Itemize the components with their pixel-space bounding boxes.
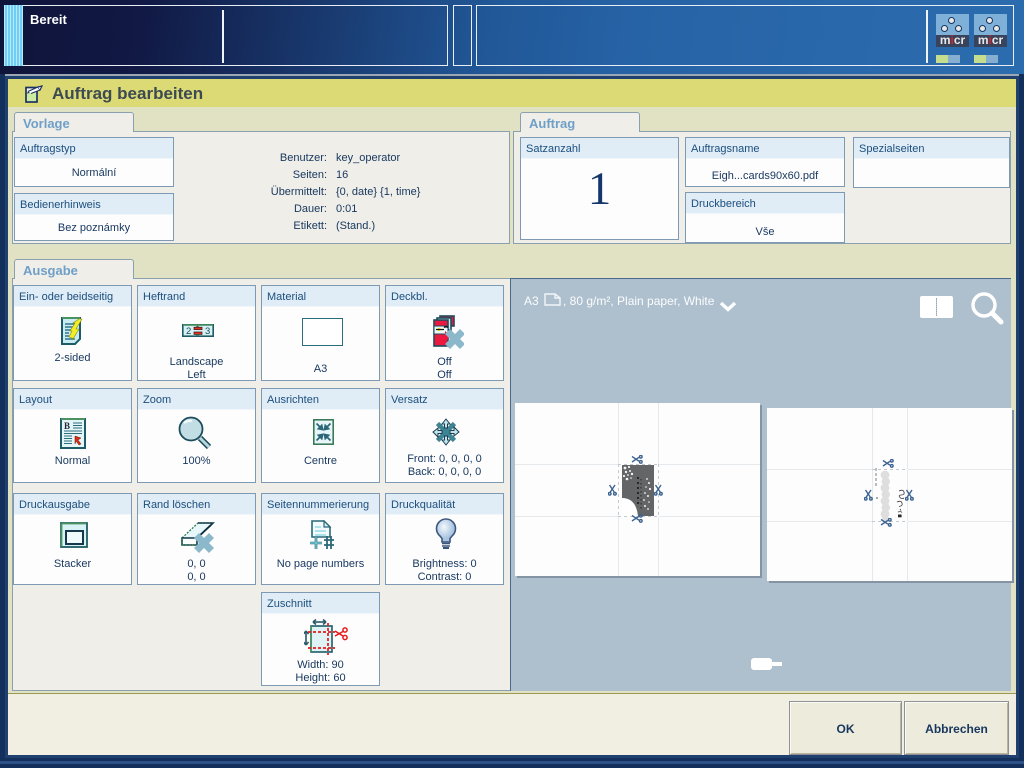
- svg-text:3: 3: [205, 326, 210, 337]
- svg-text:B: B: [64, 421, 70, 431]
- svg-text:2: 2: [186, 326, 191, 337]
